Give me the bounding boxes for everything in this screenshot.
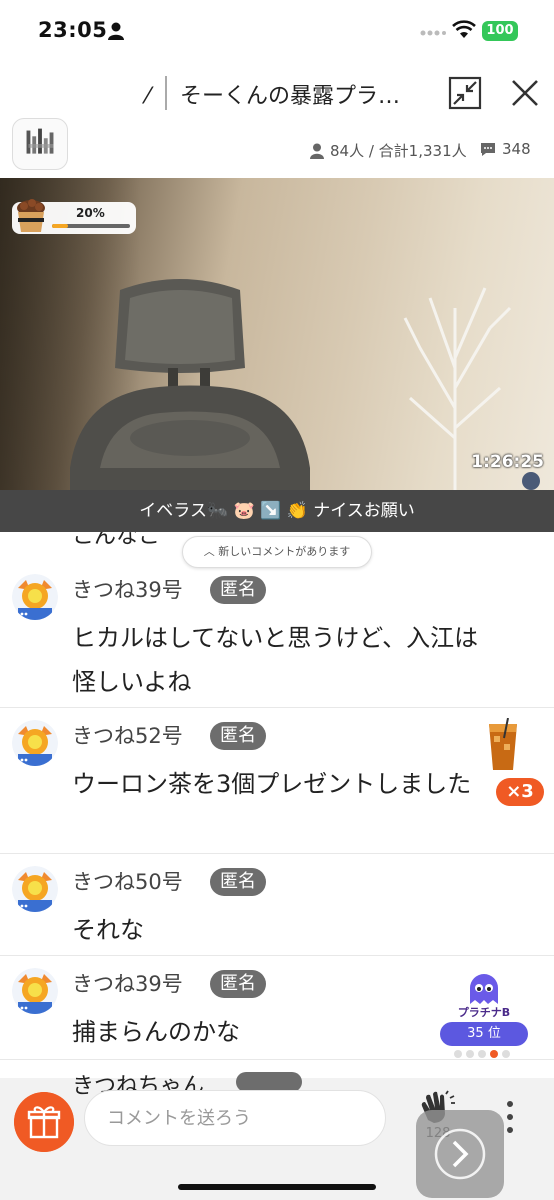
comment-count: 348: [480, 140, 531, 158]
gift-progress-label: 20%: [76, 206, 105, 220]
pager-dot-active: [490, 1050, 498, 1058]
broadcast-info-row: 84人 / 合計1,331人 348: [0, 116, 554, 178]
comment-author: きつね39号: [72, 972, 183, 996]
comment-item[interactable]: きつね39号 匿名 ヒカルはしてないと思うけど、入江は怪しいよね: [0, 562, 554, 708]
comment-count-text: 348: [502, 140, 531, 158]
anonymous-badge: 匿名: [210, 722, 266, 750]
fox-avatar[interactable]: [12, 720, 58, 766]
battery-indicator: 100: [482, 21, 518, 41]
next-broadcast-button[interactable]: [416, 1110, 504, 1198]
person-icon: [108, 22, 124, 40]
video-object: [522, 472, 540, 490]
viewer-count: 84人 / 合計1,331人: [310, 140, 467, 161]
anonymous-badge: 匿名: [210, 576, 266, 604]
comment-item[interactable]: きつね52号 匿名 ウーロン茶を3個プレゼントしました ×3: [0, 708, 554, 854]
minimize-icon[interactable]: [448, 76, 482, 110]
cellular-signal-icon: [420, 30, 446, 36]
anonymous-badge: 匿名: [210, 970, 266, 998]
comment-text: それな: [72, 916, 144, 944]
partial-anonymous-badge: [236, 1072, 302, 1092]
pager-dot: [466, 1050, 474, 1058]
platinum-ghost-icon: [470, 974, 498, 1004]
announcement-ticker: イベラス🐜 🐷 ↘️ 👏 ナイスお願い: [0, 490, 554, 532]
status-bar: 23:05 100: [0, 0, 554, 62]
rank-pager-dots: [454, 1050, 514, 1058]
oolong-tea-icon: [489, 718, 517, 770]
comment-icon: [481, 142, 495, 156]
gift-progress-track: [52, 224, 130, 228]
comment-text: ウーロン茶を3個プレゼントしました: [72, 770, 472, 798]
more-options-icon[interactable]: [504, 1100, 516, 1134]
comment-text: 捕まらんのかな: [72, 1018, 240, 1046]
fox-avatar[interactable]: [12, 968, 58, 1014]
wifi-icon: [452, 20, 476, 38]
viewer-icon: [310, 143, 324, 159]
pager-dot: [454, 1050, 462, 1058]
fox-avatar[interactable]: [12, 574, 58, 620]
chair-image: [70, 279, 310, 490]
anonymous-badge: 匿名: [210, 868, 266, 896]
pager-dot: [502, 1050, 510, 1058]
gift-button[interactable]: [14, 1092, 74, 1152]
status-time: 23:05: [38, 18, 108, 42]
gift-progress-widget[interactable]: 20%: [12, 199, 136, 234]
gift-progress-fill: [52, 224, 68, 228]
video-elapsed-time: 1:26:25: [471, 452, 544, 472]
comment-input[interactable]: コメントを送ろう: [84, 1090, 386, 1146]
pager-dot: [478, 1050, 486, 1058]
video-player[interactable]: 20% 1:26:25: [0, 178, 554, 490]
broadcast-title[interactable]: そーくんの暴露プラ…: [180, 78, 400, 110]
channel-logo[interactable]: [12, 118, 68, 170]
fox-avatar[interactable]: [12, 866, 58, 912]
comment-author: きつね50号: [72, 870, 183, 894]
comment-list[interactable]: こんなこ ︿ 新しいコメントがあります きつね39号 匿名 ヒカルはしてないと思…: [0, 532, 554, 1078]
comment-author: きつね52号: [72, 724, 183, 748]
gift-count-badge: ×3: [496, 778, 544, 806]
rank-badge[interactable]: プラチナB 35 位: [440, 974, 528, 1066]
title-slash: ⁄: [146, 84, 150, 109]
viewer-count-text: 84人 / 合計1,331人: [330, 142, 467, 160]
comment-item[interactable]: きつね50号 匿名 それな: [0, 854, 554, 956]
bucket-icon: [17, 199, 45, 232]
rank-tier: プラチナB: [457, 1006, 511, 1019]
comment-text: ヒカルはしてないと思うけど、入江は怪しいよね: [72, 624, 479, 696]
bottom-bar: きつねちゃん コメントを送ろう 128: [0, 1072, 554, 1200]
rank-position: 35 位: [440, 1022, 528, 1046]
title-divider: [165, 76, 167, 110]
partial-comment-top: こんなこ: [72, 532, 161, 549]
comment-author: きつね39号: [72, 578, 183, 602]
close-icon[interactable]: [508, 76, 542, 110]
home-indicator: [178, 1184, 376, 1190]
